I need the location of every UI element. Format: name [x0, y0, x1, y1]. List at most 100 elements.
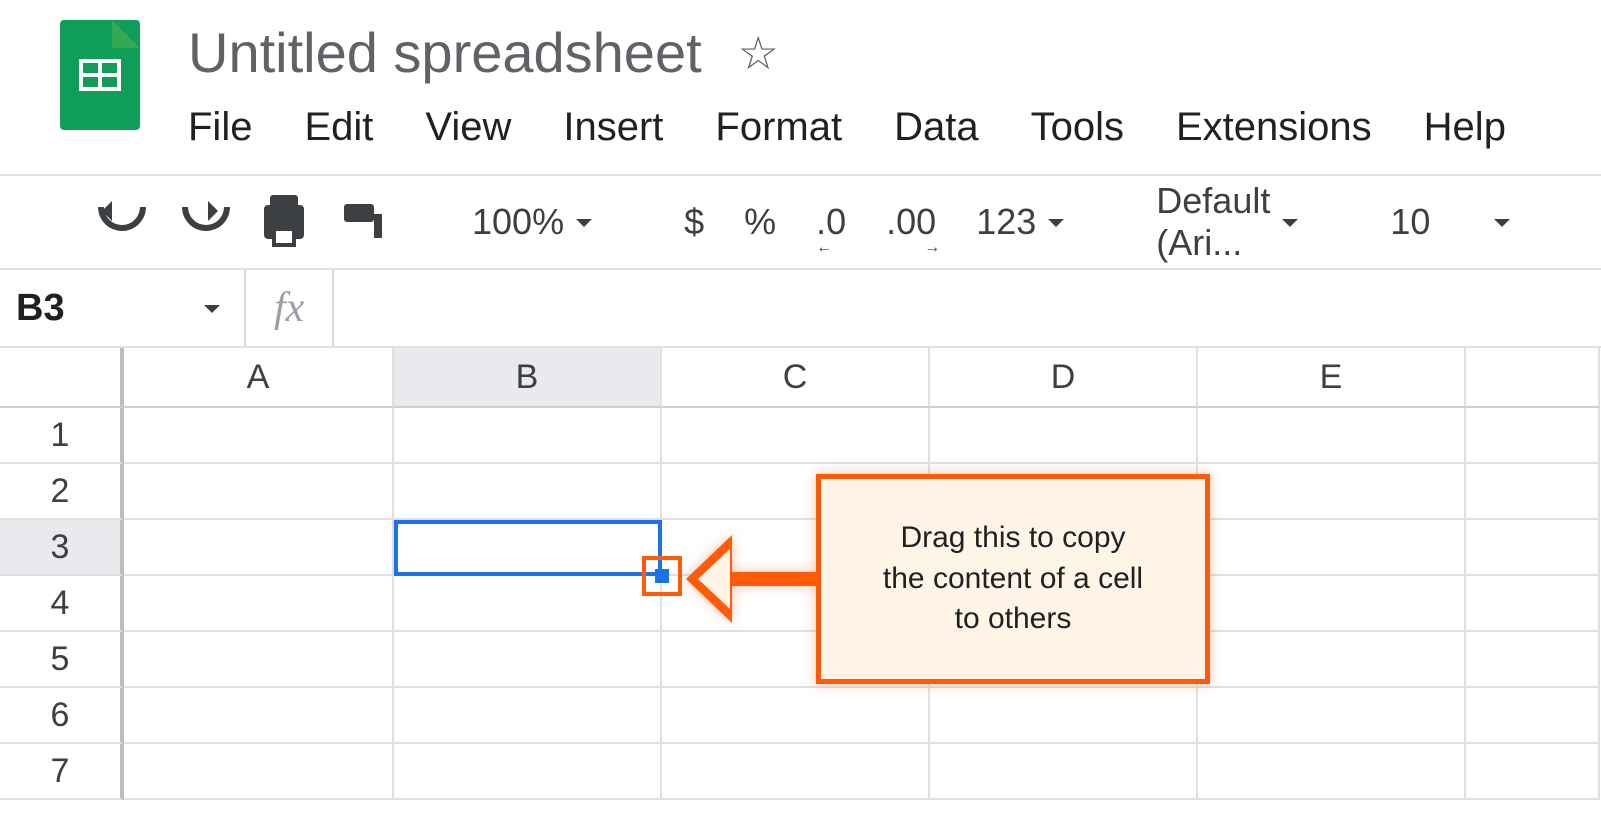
cell[interactable]	[1466, 464, 1600, 520]
decrease-decimal-button[interactable]: .0←	[810, 201, 852, 243]
fill-handle-highlight	[642, 556, 682, 596]
name-box[interactable]: B3	[0, 270, 246, 346]
title-block: Untitled spreadsheet ☆ File Edit View In…	[188, 20, 1506, 150]
menu-data[interactable]: Data	[894, 105, 979, 150]
cell[interactable]	[124, 408, 394, 464]
column-header-B[interactable]: B	[394, 348, 662, 408]
callout-text-line3: to others	[883, 599, 1143, 640]
row-header-7[interactable]: 7	[0, 744, 124, 800]
callout-text-line2: the content of a cell	[883, 559, 1143, 600]
column-header-D[interactable]: D	[930, 348, 1198, 408]
percent-button[interactable]: %	[738, 201, 782, 243]
cell[interactable]	[124, 744, 394, 800]
column-header-E[interactable]: E	[1198, 348, 1466, 408]
cell[interactable]	[930, 408, 1198, 464]
cell[interactable]	[1198, 632, 1466, 688]
cell[interactable]	[1466, 576, 1600, 632]
caret-down-icon	[576, 219, 592, 235]
app-root: { "doc": { "title": "Untitled spreadshee…	[0, 0, 1601, 834]
print-icon	[264, 205, 304, 239]
cell[interactable]	[1466, 688, 1600, 744]
cell[interactable]	[394, 464, 662, 520]
column-headers: A B C D E	[0, 348, 1601, 408]
cell[interactable]	[930, 744, 1198, 800]
select-all-corner[interactable]	[0, 348, 124, 408]
cell[interactable]	[124, 632, 394, 688]
cell[interactable]	[1198, 744, 1466, 800]
cell[interactable]	[1466, 520, 1600, 576]
cell[interactable]	[1198, 408, 1466, 464]
cell[interactable]	[394, 408, 662, 464]
callout-box: Drag this to copy the content of a cell …	[816, 474, 1210, 684]
cell[interactable]	[394, 632, 662, 688]
sheets-logo	[60, 20, 140, 130]
cell[interactable]	[662, 688, 930, 744]
cell[interactable]	[662, 408, 930, 464]
undo-button[interactable]	[90, 207, 146, 237]
cell[interactable]	[124, 520, 394, 576]
formula-input[interactable]	[332, 270, 1601, 346]
formula-bar: B3 fx	[0, 270, 1601, 348]
fx-icon: fx	[246, 284, 332, 332]
menubar: File Edit View Insert Format Data Tools …	[188, 105, 1506, 150]
cell[interactable]	[1466, 408, 1600, 464]
cell[interactable]	[124, 464, 394, 520]
row-header-3[interactable]: 3	[0, 520, 124, 576]
column-header-C[interactable]: C	[662, 348, 930, 408]
font-family-label: Default (Ari...	[1156, 180, 1270, 264]
callout-text-line1: Drag this to copy	[883, 518, 1143, 559]
cell[interactable]	[1466, 632, 1600, 688]
currency-button[interactable]: $	[678, 201, 710, 243]
cell[interactable]	[394, 576, 662, 632]
cell[interactable]	[124, 576, 394, 632]
row-header-5[interactable]: 5	[0, 632, 124, 688]
row-header-1[interactable]: 1	[0, 408, 124, 464]
row-header-6[interactable]: 6	[0, 688, 124, 744]
row-header-4[interactable]: 4	[0, 576, 124, 632]
row-header-2[interactable]: 2	[0, 464, 124, 520]
redo-icon	[180, 207, 224, 237]
cell[interactable]	[1198, 688, 1466, 744]
menu-tools[interactable]: Tools	[1031, 105, 1124, 150]
print-button[interactable]	[258, 205, 310, 239]
annotation-callout: Drag this to copy the content of a cell …	[686, 474, 1210, 684]
menu-edit[interactable]: Edit	[304, 105, 373, 150]
cell[interactable]	[1466, 744, 1600, 800]
menu-help[interactable]: Help	[1424, 105, 1506, 150]
cell[interactable]	[394, 688, 662, 744]
document-title[interactable]: Untitled spreadsheet	[188, 20, 702, 85]
font-size-label: 10	[1390, 201, 1430, 243]
increase-decimal-button[interactable]: .00→	[880, 201, 942, 243]
zoom-dropdown[interactable]: 100%	[466, 201, 598, 243]
menu-format[interactable]: Format	[715, 105, 842, 150]
star-icon[interactable]: ☆	[738, 30, 779, 76]
number-format-dropdown[interactable]: 123	[970, 201, 1070, 243]
cell[interactable]	[1198, 464, 1466, 520]
cell[interactable]	[662, 744, 930, 800]
zoom-value: 100%	[472, 201, 564, 243]
cell-B3[interactable]	[394, 520, 662, 576]
column-header-A[interactable]: A	[124, 348, 394, 408]
column-header-next[interactable]	[1466, 348, 1600, 408]
callout-arrow-line	[732, 572, 816, 586]
toolbar: 100% $ % .0← .00→ 123 Default (Ari... 10	[0, 174, 1601, 270]
paint-format-button[interactable]	[338, 204, 386, 240]
menu-view[interactable]: View	[425, 105, 511, 150]
cell[interactable]	[1198, 520, 1466, 576]
sheets-logo-grid-icon	[79, 59, 121, 91]
cell[interactable]	[394, 744, 662, 800]
decrease-decimal-label: .0	[816, 201, 846, 243]
header: Untitled spreadsheet ☆ File Edit View In…	[0, 0, 1601, 150]
cell[interactable]	[1198, 576, 1466, 632]
cell[interactable]	[124, 688, 394, 744]
font-family-dropdown[interactable]: Default (Ari...	[1150, 180, 1304, 264]
menu-extensions[interactable]: Extensions	[1176, 105, 1372, 150]
cell[interactable]	[930, 688, 1198, 744]
font-size-dropdown[interactable]: 10	[1384, 201, 1516, 243]
number-format-label: 123	[976, 201, 1036, 243]
undo-icon	[96, 207, 140, 237]
name-box-value: B3	[16, 287, 65, 330]
menu-file[interactable]: File	[188, 105, 252, 150]
menu-insert[interactable]: Insert	[563, 105, 663, 150]
redo-button[interactable]	[174, 207, 230, 237]
